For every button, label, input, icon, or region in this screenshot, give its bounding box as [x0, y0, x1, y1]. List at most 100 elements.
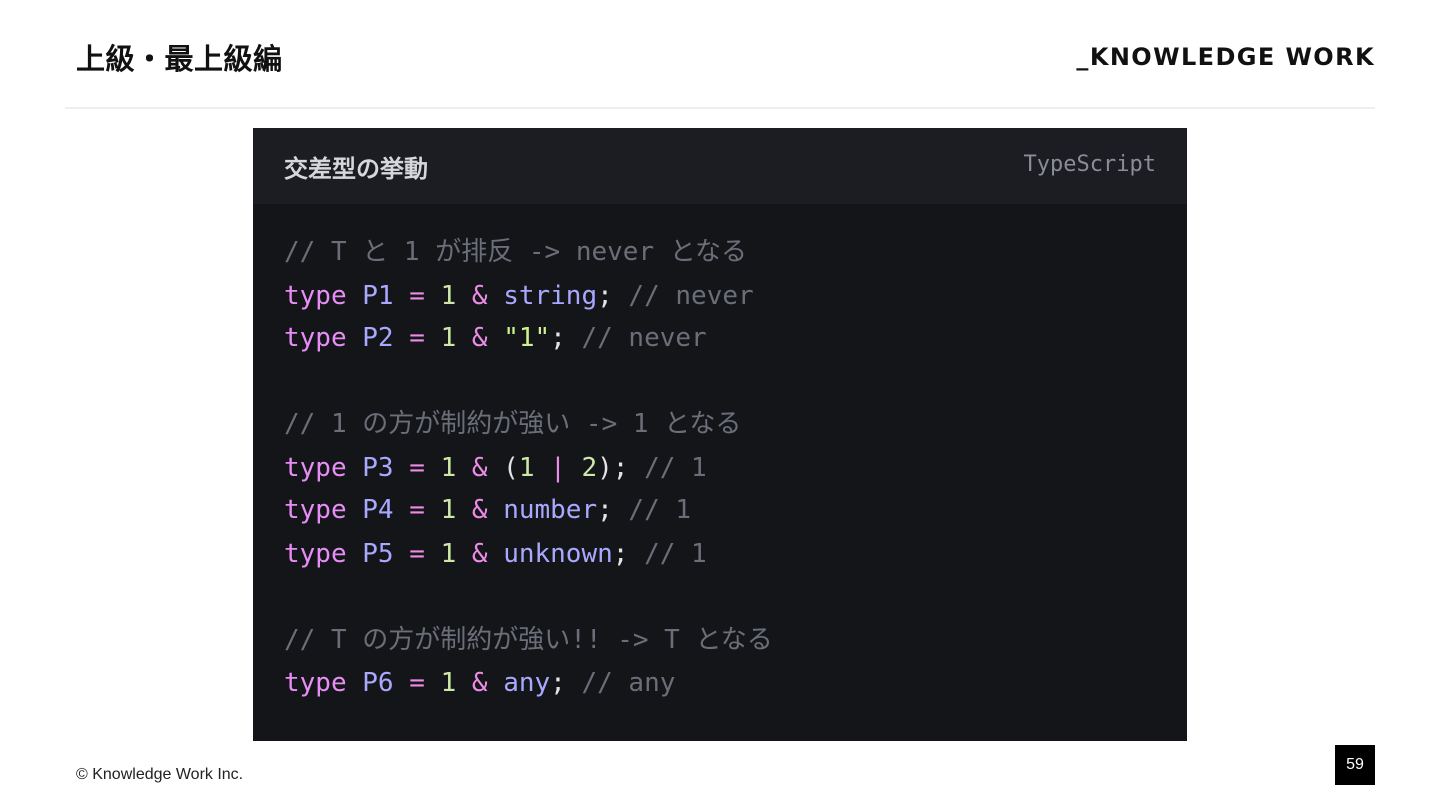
code-token-punct — [347, 323, 363, 353]
code-token-punct — [456, 453, 472, 483]
code-token-punct: ; — [597, 495, 629, 525]
copyright-text: © Knowledge Work Inc. — [76, 766, 244, 783]
code-token-punct — [394, 281, 410, 311]
code-token-op: = — [409, 281, 425, 311]
code-token-punct: ; — [550, 668, 582, 698]
code-token-punct — [394, 453, 410, 483]
code-token-punct — [488, 281, 504, 311]
code-line: // T と 1 が排反 -> never となる — [284, 235, 747, 269]
code-token-type: any — [503, 668, 551, 698]
code-token-punct — [394, 539, 410, 569]
code-token-punct — [456, 668, 472, 698]
code-token-type: number — [503, 495, 598, 525]
code-token-keyword: type — [284, 539, 347, 569]
code-token-punct — [347, 539, 363, 569]
code-token-punct — [425, 281, 441, 311]
code-token-op: = — [409, 323, 425, 353]
code-card: 交差型の挙動 TypeScript // T と 1 が排反 -> never … — [253, 128, 1187, 741]
code-token-punct — [488, 323, 504, 353]
code-token-ident: P6 — [362, 668, 394, 698]
code-line: type P3 = 1 & (1 | 2); // 1 — [284, 451, 707, 485]
code-token-op: & — [471, 281, 488, 311]
code-token-punct — [488, 495, 504, 525]
code-token-type: string — [503, 281, 598, 311]
code-token-punct — [425, 495, 441, 525]
code-token-punct — [347, 495, 363, 525]
code-language-label: TypeScript — [1023, 152, 1156, 177]
code-token-op: & — [471, 495, 488, 525]
code-line: // 1 の方が制約が強い -> 1 となる — [284, 407, 741, 441]
code-line: type P4 = 1 & number; // 1 — [284, 493, 691, 527]
header-divider — [65, 107, 1375, 109]
code-token-keyword: type — [284, 453, 347, 483]
code-token-num: 1 — [440, 495, 457, 525]
code-token-punct: ; — [550, 323, 582, 353]
code-token-op: = — [409, 495, 425, 525]
code-token-punct: ; — [597, 281, 629, 311]
code-card-title: 交差型の挙動 — [284, 155, 428, 183]
code-token-punct — [394, 323, 410, 353]
code-token-comment: // 1 — [644, 539, 707, 569]
code-token-punct: ( — [487, 453, 519, 483]
code-token-ident: P1 — [362, 281, 394, 311]
code-token-punct: ); — [597, 453, 645, 483]
code-token-ident: P2 — [362, 323, 394, 353]
code-token-punct — [488, 668, 504, 698]
code-token-keyword: type — [284, 668, 347, 698]
code-token-op: & — [471, 539, 488, 569]
code-token-type: unknown — [503, 539, 613, 569]
slide-title: 上級・最上級編 — [76, 42, 283, 76]
code-line: type P1 = 1 & string; // never — [284, 279, 754, 313]
code-token-num: 1 — [518, 453, 535, 483]
code-line: type P5 = 1 & unknown; // 1 — [284, 537, 707, 571]
code-token-punct — [425, 539, 441, 569]
code-token-num: 1 — [440, 323, 457, 353]
code-token-op: = — [409, 453, 425, 483]
code-token-keyword: type — [284, 281, 347, 311]
page-number: 59 — [1335, 745, 1375, 785]
code-token-comment: // any — [581, 668, 676, 698]
code-token-punct — [456, 495, 472, 525]
code-token-punct: ; — [612, 539, 645, 569]
code-token-ident: P5 — [362, 539, 394, 569]
code-token-punct — [347, 668, 363, 698]
code-token-punct — [394, 668, 410, 698]
code-line: // T の方が制約が強い!! -> T となる — [284, 623, 773, 657]
code-token-punct — [535, 453, 551, 483]
code-token-comment: // 1 — [628, 495, 692, 525]
code-token-num: 2 — [581, 453, 598, 483]
code-token-ident: P4 — [362, 495, 394, 525]
code-token-punct — [456, 539, 472, 569]
code-token-keyword: type — [284, 323, 347, 353]
code-token-num: 1 — [440, 539, 457, 569]
code-token-comment: // T と 1 が排反 -> never となる — [284, 237, 747, 267]
code-token-punct — [347, 281, 363, 311]
code-line: type P2 = 1 & "1"; // never — [284, 321, 707, 355]
code-token-comment: // T の方が制約が強い!! -> T となる — [284, 625, 773, 655]
code-token-op: = — [409, 539, 425, 569]
code-token-op: & — [471, 668, 488, 698]
code-token-comment: // never — [628, 281, 754, 311]
code-token-num: 1 — [440, 453, 457, 483]
code-token-op: | — [550, 453, 566, 483]
code-token-ident: P3 — [362, 453, 394, 483]
code-token-punct — [425, 668, 441, 698]
code-line: type P6 = 1 & any; // any — [284, 666, 675, 700]
code-token-num: 1 — [440, 281, 457, 311]
code-token-punct — [425, 453, 441, 483]
code-token-comment: // 1 — [644, 453, 707, 483]
code-token-punct — [425, 323, 441, 353]
code-token-punct — [347, 453, 363, 483]
code-token-op: = — [409, 668, 425, 698]
code-token-op: & — [471, 323, 488, 353]
code-token-punct — [394, 495, 410, 525]
code-token-comment: // 1 の方が制約が強い -> 1 となる — [284, 409, 742, 439]
code-token-string: "1" — [503, 323, 551, 353]
code-card-header: 交差型の挙動 TypeScript — [253, 128, 1187, 204]
code-token-punct — [456, 323, 472, 353]
code-token-comment: // never — [581, 323, 707, 353]
code-token-keyword: type — [284, 495, 347, 525]
code-token-punct — [456, 281, 472, 311]
code-token-punct — [566, 453, 582, 483]
brand-logo: _KNOWLEDGE WORK — [1076, 43, 1375, 71]
